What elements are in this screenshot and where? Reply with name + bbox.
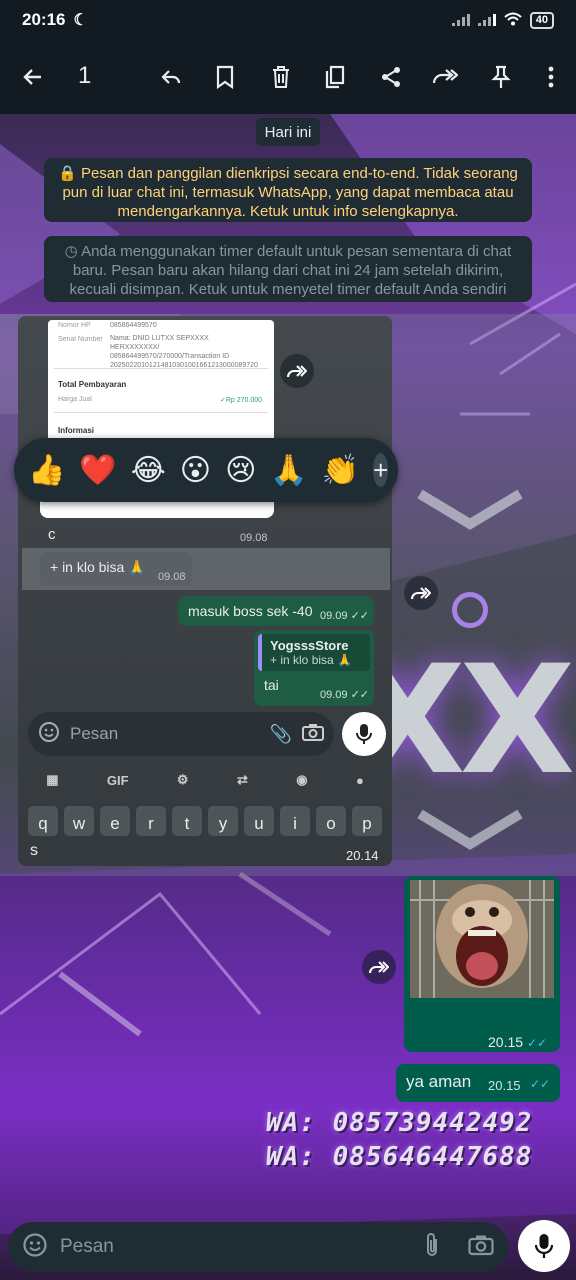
message-ya-aman-time: 20.15 [488, 1078, 521, 1093]
status-time: 20:16 [22, 10, 66, 29]
read-receipt-icon: ✓✓ [526, 1036, 548, 1050]
message-input-bar[interactable]: Pesan [8, 1222, 508, 1272]
inner-kb-settings-icon: ⚙ [176, 772, 189, 787]
inner-attach-icon: 📎 [269, 723, 292, 744]
selection-toolbar: 1 [0, 40, 576, 114]
wallpaper-wa-line-1: WA: 085739442492 [266, 1108, 533, 1138]
reaction-laugh[interactable]: 😂 [131, 453, 166, 488]
inner-kb-palette-icon: ◉ [296, 772, 308, 787]
inner-key: t [172, 806, 202, 836]
camera-icon[interactable] [468, 1234, 494, 1261]
reply-icon[interactable] [154, 60, 188, 94]
share-icon[interactable] [374, 60, 408, 94]
card-phone-value: 085864499570 [110, 322, 157, 329]
inner-kb-translate-icon: ⇄ [236, 772, 248, 787]
reaction-sad[interactable]: 😢 [225, 453, 256, 488]
inner-reply-text: + in klo bisa 🙏 [270, 653, 352, 667]
forward-shortcut-icon[interactable] [404, 576, 438, 610]
inner-msg-boss-text: masuk boss sek -40 [188, 603, 313, 619]
voice-message-mic-icon[interactable] [518, 1220, 570, 1272]
image-message-time: 20.14 [346, 848, 379, 863]
card-price-label: Harga Jual [58, 396, 92, 403]
card-serial-value: Nama: DNID LUTXX SEPXXXX HERXXXXXXX/ 085… [110, 335, 258, 369]
card-info-label: Informasi [58, 426, 95, 435]
inner-message-input: Pesan 📎 [28, 712, 334, 756]
inner-key: p [352, 806, 382, 836]
inner-kb-grid-icon: ▦ [46, 772, 59, 787]
reaction-heart[interactable]: ❤️ [79, 453, 116, 488]
inner-key: w [64, 806, 94, 836]
inner-key: r [136, 806, 166, 836]
battery-icon: 40 [529, 11, 554, 29]
inner-msg-tai-time: 09.09 ✓✓ [320, 689, 370, 701]
monkey-message-time: 20.15 ✓✓ [488, 1034, 547, 1050]
inner-msg-tai-text: tai [264, 677, 279, 693]
inner-msg-c-time: 09.08 [240, 532, 268, 544]
inner-msg-c: c [48, 526, 56, 543]
inner-key: y [208, 806, 238, 836]
encryption-notice[interactable]: 🔒 Pesan dan panggilan dienkripsi secara … [44, 158, 532, 222]
reaction-pray[interactable]: 🙏 [270, 453, 307, 488]
more-options-icon[interactable] [534, 60, 568, 94]
forward-shortcut-icon[interactable] [280, 354, 314, 388]
card-total-label: Total Pembayaran [58, 380, 127, 389]
read-receipt-icon: ✓✓ [530, 1077, 551, 1091]
wallpaper-wa-line-2: WA: 085646447688 [266, 1142, 533, 1172]
pin-icon[interactable] [484, 60, 518, 94]
inner-key: o [316, 806, 346, 836]
signal-icon [451, 14, 470, 26]
copy-icon[interactable] [318, 60, 352, 94]
inner-reply-quote: YogsssStore + in klo bisa 🙏 [258, 634, 370, 671]
message-ya-aman-text: ya aman [406, 1072, 472, 1091]
status-bar: 20:16 ☾ 40 [0, 0, 576, 40]
inner-typed-text: s [30, 842, 38, 859]
signal-icon-2 [477, 14, 496, 26]
attach-icon[interactable] [422, 1232, 442, 1263]
inner-key: q [28, 806, 58, 836]
date-chip: Hari ini [256, 118, 320, 146]
reaction-picker: 👍 ❤️ 😂 😮 😢 🙏 👏 + [14, 438, 398, 502]
inner-kb-gif: GIF [106, 772, 129, 788]
inner-msg-klo-time: 09.08 [158, 571, 186, 583]
emoji-icon[interactable] [22, 1232, 48, 1263]
inner-key: e [100, 806, 130, 836]
reaction-wow[interactable]: 😮 [180, 453, 211, 488]
inner-emoji-icon [38, 721, 60, 748]
monkey-photo [410, 880, 554, 998]
selected-count: 1 [78, 62, 92, 89]
do-not-disturb-icon: ☾ [73, 12, 88, 29]
card-divider [54, 368, 268, 369]
message-input-placeholder[interactable]: Pesan [60, 1236, 410, 1258]
wifi-icon [504, 12, 522, 29]
inner-key: u [244, 806, 274, 836]
forward-shortcut-icon[interactable] [362, 950, 396, 984]
inner-key: i [280, 806, 310, 836]
card-phone-label: Nomor HP [58, 322, 91, 329]
more-reactions-plus-icon[interactable]: + [373, 453, 389, 487]
inner-msg-boss-time: 09.09 ✓✓ [320, 610, 370, 622]
disappearing-timer-notice[interactable]: ◷ Anda menggunakan timer default untuk p… [44, 236, 532, 302]
card-serial-label: Serial Number [58, 336, 103, 343]
reaction-clap[interactable]: 👏 [322, 453, 359, 488]
reaction-thumbs-up[interactable]: 👍 [28, 453, 65, 488]
inner-input-placeholder: Pesan [70, 724, 119, 743]
inner-reply-name: YogsssStore [270, 638, 349, 653]
inner-kb-mic-icon: ● [355, 772, 364, 788]
inner-msg-klo-text: + in klo bisa 🙏 [50, 559, 146, 575]
inner-mic-icon [342, 712, 386, 756]
monkey-time-text: 20.15 [488, 1034, 524, 1050]
delete-icon[interactable] [264, 60, 298, 94]
card-price-value: ✓Rp 270.000 [220, 397, 263, 404]
card-divider-2 [54, 412, 268, 413]
back-arrow-icon[interactable] [16, 60, 50, 94]
message-ya-aman[interactable]: ya aman 20.15 ✓✓ [396, 1064, 560, 1102]
inner-camera-icon [302, 723, 324, 746]
forward-icon[interactable] [428, 60, 462, 94]
star-bookmark-icon[interactable] [208, 60, 242, 94]
inner-keyboard-toolbar: ▦ GIF ⚙ ⇄ ◉ ● [22, 762, 388, 798]
inner-keyboard-keys: q w e r t y u i o p [22, 806, 388, 836]
